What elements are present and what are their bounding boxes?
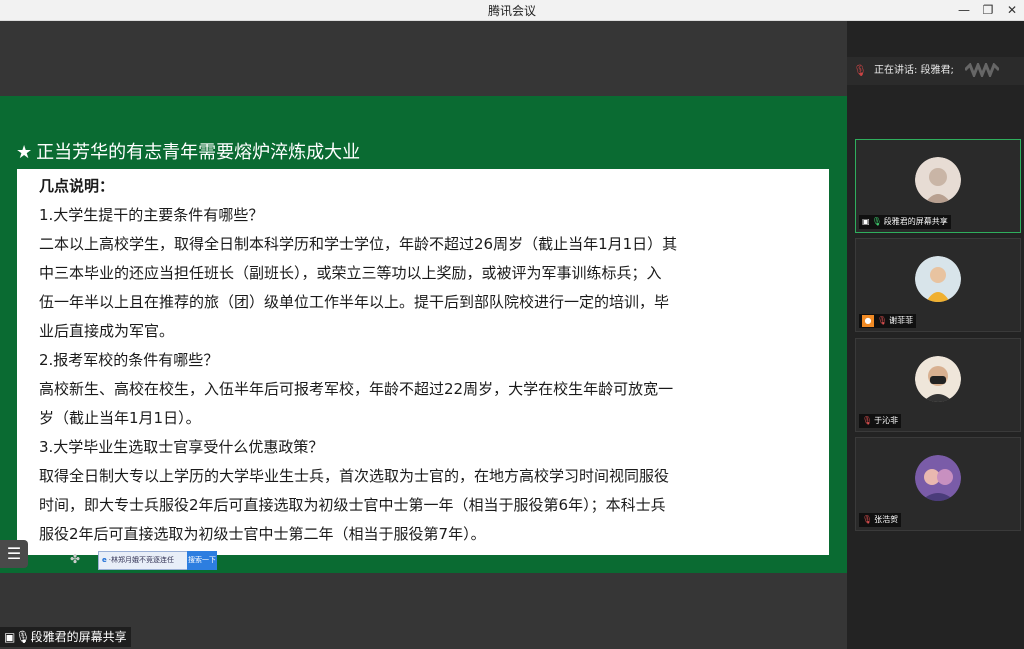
slide: ★ 正当芳华的有志青年需要熔炉淬炼成大业 几点说明： 1.大学生提干的主要条件有哪…: [0, 96, 847, 573]
speaking-label: 正在讲话: 段雅君;: [874, 65, 954, 76]
participant-sidebar: 🎙 正在讲话: 段雅君; ▣🎙段雅君的屏幕共享 ●🎙谢菲菲 🎙于沁非: [847, 21, 1024, 649]
mic-muted-icon: 🎙: [877, 316, 888, 325]
slide-line: 业后直接成为军官。: [39, 322, 175, 340]
mic-muted-icon: 🎙: [853, 64, 867, 77]
slide-line: 2.报考军校的条件有哪些？: [39, 351, 219, 369]
participant-name: 于沁非: [874, 416, 899, 425]
pinwheel-icon: ✤: [70, 552, 81, 566]
participant-label: 🎙 张浩贺: [859, 513, 902, 527]
participant-label: ● 🎙 谢菲菲: [859, 314, 917, 328]
search-button[interactable]: 搜索一下: [187, 551, 217, 570]
avatar: [915, 256, 961, 302]
audio-wave-icon: [965, 63, 999, 77]
slide-title: ★ 正当芳华的有志青年需要熔炉淬炼成大业: [16, 138, 360, 164]
ie-icon: e: [102, 556, 107, 564]
slide-line: 中三本毕业的还应当担任班长（副班长），或荣立三等功以上奖励，或被评为军事训练标兵…: [39, 264, 662, 282]
slide-line: 伍一年半以上且在推荐的旅（团）级单位工作半年以上。提干后到部队院校进行一定的培训…: [39, 293, 670, 311]
participant-name: 段雅君的屏幕共享: [883, 217, 948, 226]
participant-tile[interactable]: ● 🎙 谢菲菲: [855, 238, 1021, 332]
mic-muted-icon: 🎙: [862, 515, 873, 524]
minimize-icon[interactable]: —: [952, 0, 976, 20]
avatar: [915, 455, 961, 501]
participant-tile[interactable]: 🎙 张浩贺: [855, 437, 1021, 531]
slide-line: 3.大学毕业生选取士官享受什么优惠政策？: [39, 438, 324, 456]
slide-line: 二本以上高校学生，取得全日制本科学历和学士学位，年龄不超过26周岁（截止当年1月…: [39, 235, 678, 253]
slide-line: 高校新生、高校在校生，入伍半年后可报考军校，年龄不超过22周岁，大学在校生年龄可…: [39, 380, 674, 398]
slide-line: 时间，即大专士兵服役2年后可直接选取为初级士官中士第一年（相当于服役第6年）；本…: [39, 496, 666, 514]
mic-icon: 🎙: [15, 630, 31, 644]
avatar: [915, 356, 961, 402]
participant-tile[interactable]: ▣ 🎙 段雅君的屏幕共享: [855, 139, 1021, 233]
user-icon: ●: [862, 315, 874, 327]
avatar: [915, 157, 961, 203]
shared-screen-area: ★ 正当芳华的有志青年需要熔炉淬炼成大业 几点说明： 1.大学生提干的主要条件有哪…: [0, 21, 847, 649]
title-bar: 腾讯会议 — ❐ ✕: [0, 0, 1024, 21]
close-icon[interactable]: ✕: [1000, 0, 1024, 20]
mic-muted-icon: 🎙: [862, 416, 873, 425]
search-text: 林郑月娥不竞逐连任: [110, 556, 174, 564]
browser-search-box[interactable]: e ·林郑月娥不竞逐连任: [98, 551, 188, 570]
screen-share-icon: ▣: [862, 217, 870, 226]
slide-line: 岁（截止当年1月1日）。: [39, 409, 201, 427]
window-title: 腾讯会议: [487, 4, 536, 18]
list-menu-icon[interactable]: ☰: [0, 540, 28, 568]
slide-line: 服役2年后可直接选取为初级士官中士第二年（相当于服役第7年）。: [39, 525, 486, 543]
participant-label: 🎙 于沁非: [859, 414, 902, 428]
slide-line: 几点说明：: [39, 177, 115, 195]
screen-share-label: ▣🎙段雅君的屏幕共享: [0, 627, 131, 647]
restore-icon[interactable]: ❐: [976, 0, 1000, 20]
slide-content-card: 几点说明： 1.大学生提干的主要条件有哪些？ 二本以上高校学生，取得全日制本科学…: [17, 169, 829, 555]
participant-name: 张浩贺: [874, 515, 899, 524]
star-icon: ★: [16, 142, 33, 163]
participant-label: ▣ 🎙 段雅君的屏幕共享: [859, 215, 951, 229]
slide-line: 1.大学生提干的主要条件有哪些？: [39, 206, 264, 224]
slide-line: 取得全日制大专以上学历的大学毕业生士兵，首次选取为士官的，在地方高校学习时间视同…: [39, 467, 670, 485]
mic-icon: 🎙: [871, 217, 882, 226]
participant-name: 谢菲菲: [889, 316, 914, 325]
screen-share-icon: ▣: [4, 630, 16, 644]
slide-title-text: 正当芳华的有志青年需要熔炉淬炼成大业: [36, 142, 361, 163]
speaking-indicator: 🎙 正在讲话: 段雅君;: [847, 57, 1024, 85]
screen-share-label-text: 段雅君的屏幕共享: [30, 630, 127, 644]
participant-tile[interactable]: 🎙 于沁非: [855, 338, 1021, 432]
